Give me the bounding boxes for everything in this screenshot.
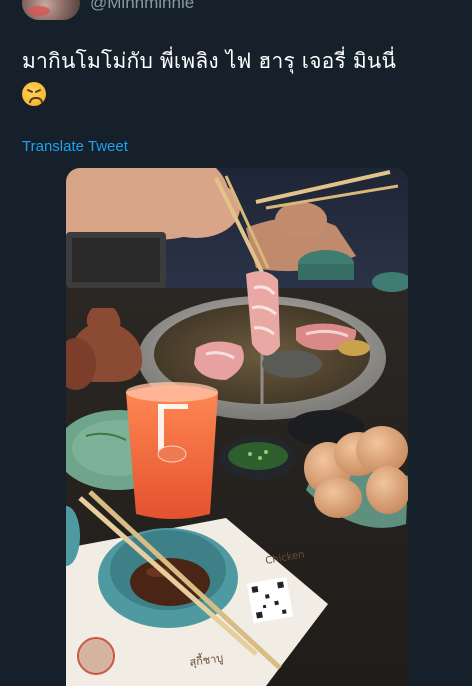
tweet: @Minhminnie มากินโมโม่กับ พี่เพลิง ไฟ ฮา… [0, 0, 472, 686]
hand-right [275, 202, 327, 238]
tweet-text: มากินโมโม่กับ พี่เพลิง ไฟ ฮารุ เจอรี่ มิ… [22, 46, 442, 106]
persevering-face-icon [22, 82, 46, 106]
tweet-photo[interactable]: สุกี้ชาบู Chicken [66, 168, 408, 686]
tweet-header: @Minhminnie [22, 0, 194, 20]
tweet-body: มากินโมโม่กับ พี่เพลิง ไฟ ฮารุ เจอรี่ มิ… [22, 49, 397, 73]
hand-holding-chopsticks [152, 178, 240, 238]
translate-tweet-link[interactable]: Translate Tweet [22, 138, 128, 155]
avatar[interactable] [22, 0, 80, 20]
user-handle[interactable]: @Minhminnie [90, 0, 194, 13]
